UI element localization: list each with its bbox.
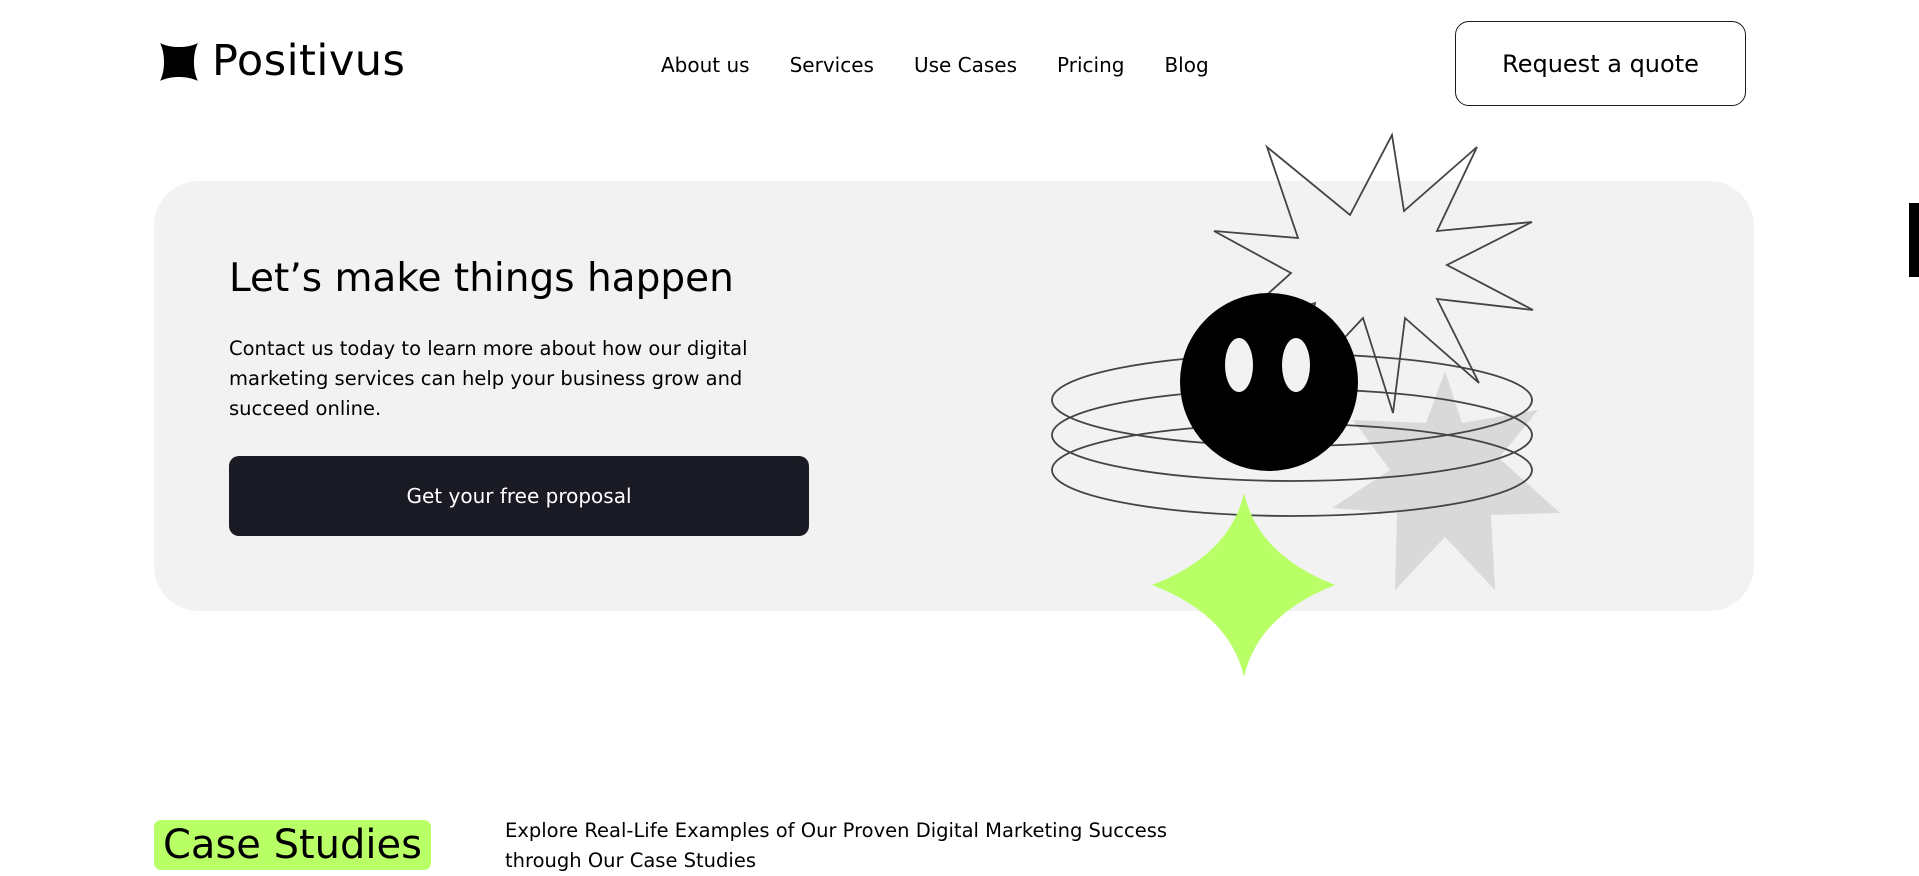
cta-illustration	[1051, 132, 1560, 677]
black-face-icon	[1180, 293, 1358, 471]
face-eye-left-icon	[1225, 338, 1253, 392]
green-star-icon	[1152, 493, 1335, 677]
site-header: Positivus About us Services Use Cases Pr…	[0, 0, 1919, 130]
logo-icon	[160, 42, 198, 81]
nav-link-about-us[interactable]: About us	[661, 52, 750, 78]
scrollbar-thumb[interactable]	[1909, 203, 1919, 277]
nav-link-pricing[interactable]: Pricing	[1057, 52, 1124, 78]
nav-link-blog[interactable]: Blog	[1164, 52, 1208, 78]
brand-logo[interactable]: Positivus	[158, 40, 405, 83]
main-nav: About us Services Use Cases Pricing Blog	[661, 52, 1249, 78]
cta-description: Contact us today to learn more about how…	[229, 337, 748, 420]
cta-title: Let’s make things happen	[229, 256, 734, 301]
request-quote-button[interactable]: Request a quote	[1455, 21, 1746, 106]
case-studies-heading: Case Studies	[154, 820, 431, 870]
case-studies-description: Explore Real-Life Examples of Our Proven…	[505, 819, 1168, 872]
get-proposal-button[interactable]: Get your free proposal	[229, 456, 809, 536]
brand-name: Positivus	[212, 36, 406, 86]
nav-link-use-cases[interactable]: Use Cases	[914, 52, 1017, 78]
face-eye-right-icon	[1282, 338, 1310, 392]
nav-link-services[interactable]: Services	[790, 52, 874, 78]
